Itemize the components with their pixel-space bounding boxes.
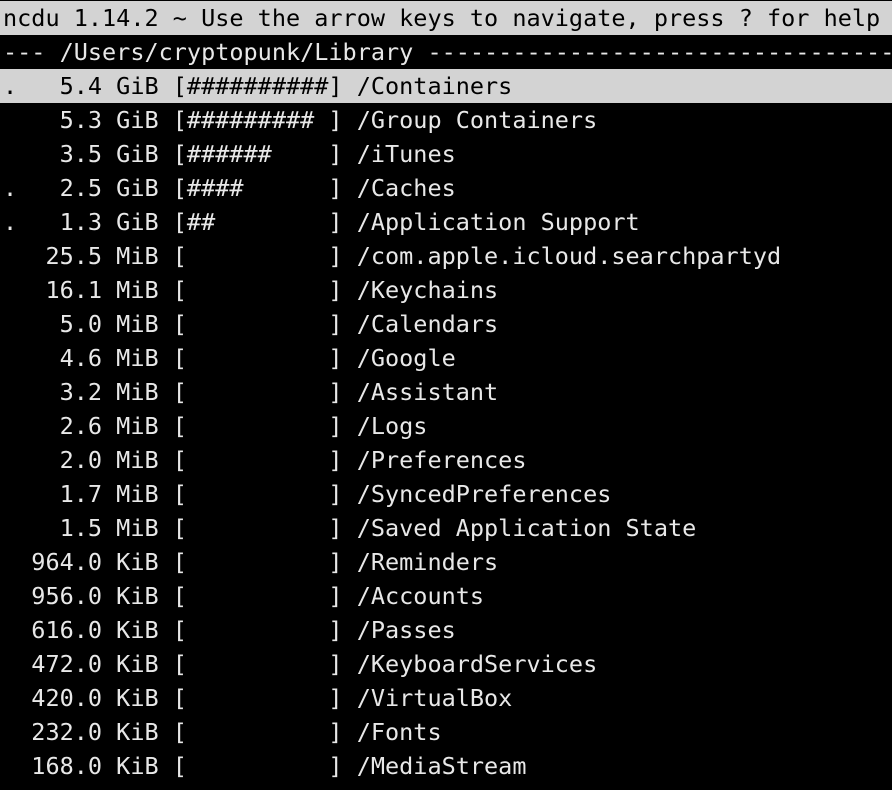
list-item[interactable]: 3.5 GiB [###### ] /iTunes [0,137,892,171]
terminal-window: ncdu 1.14.2 ~ Use the arrow keys to navi… [0,0,892,790]
list-item[interactable]: 5.0 MiB [ ] /Calendars [0,307,892,341]
list-item-selected[interactable]: . 5.4 GiB [##########] /Containers [0,69,892,103]
list-item[interactable]: 472.0 KiB [ ] /KeyboardServices [0,647,892,681]
list-item[interactable]: 2.6 MiB [ ] /Logs [0,409,892,443]
list-item[interactable]: 5.3 GiB [######### ] /Group Containers [0,103,892,137]
list-item[interactable]: . 2.5 GiB [#### ] /Caches [0,171,892,205]
list-item[interactable]: . 1.3 GiB [## ] /Application Support [0,205,892,239]
list-item[interactable]: 1.7 MiB [ ] /SyncedPreferences [0,477,892,511]
list-item[interactable]: 232.0 KiB [ ] /Fonts [0,715,892,749]
current-path-line: --- /Users/cryptopunk/Library ----------… [3,38,892,66]
list-item[interactable]: 1.5 MiB [ ] /Saved Application State [0,511,892,545]
list-item[interactable]: 956.0 KiB [ ] /Accounts [0,579,892,613]
list-item[interactable]: 3.2 MiB [ ] /Assistant [0,375,892,409]
list-item[interactable]: 964.0 KiB [ ] /Reminders [0,545,892,579]
list-item[interactable]: 2.0 MiB [ ] /Preferences [0,443,892,477]
list-item[interactable]: 420.0 KiB [ ] /VirtualBox [0,681,892,715]
list-item[interactable]: 616.0 KiB [ ] /Passes [0,613,892,647]
list-item[interactable]: 168.0 KiB [ ] /MediaStream [0,749,892,783]
list-item[interactable]: 25.5 MiB [ ] /com.apple.icloud.searchpar… [0,239,892,273]
list-item[interactable]: 16.1 MiB [ ] /Keychains [0,273,892,307]
header-bar: ncdu 1.14.2 ~ Use the arrow keys to navi… [0,1,892,35]
list-item[interactable]: 4.6 MiB [ ] /Google [0,341,892,375]
